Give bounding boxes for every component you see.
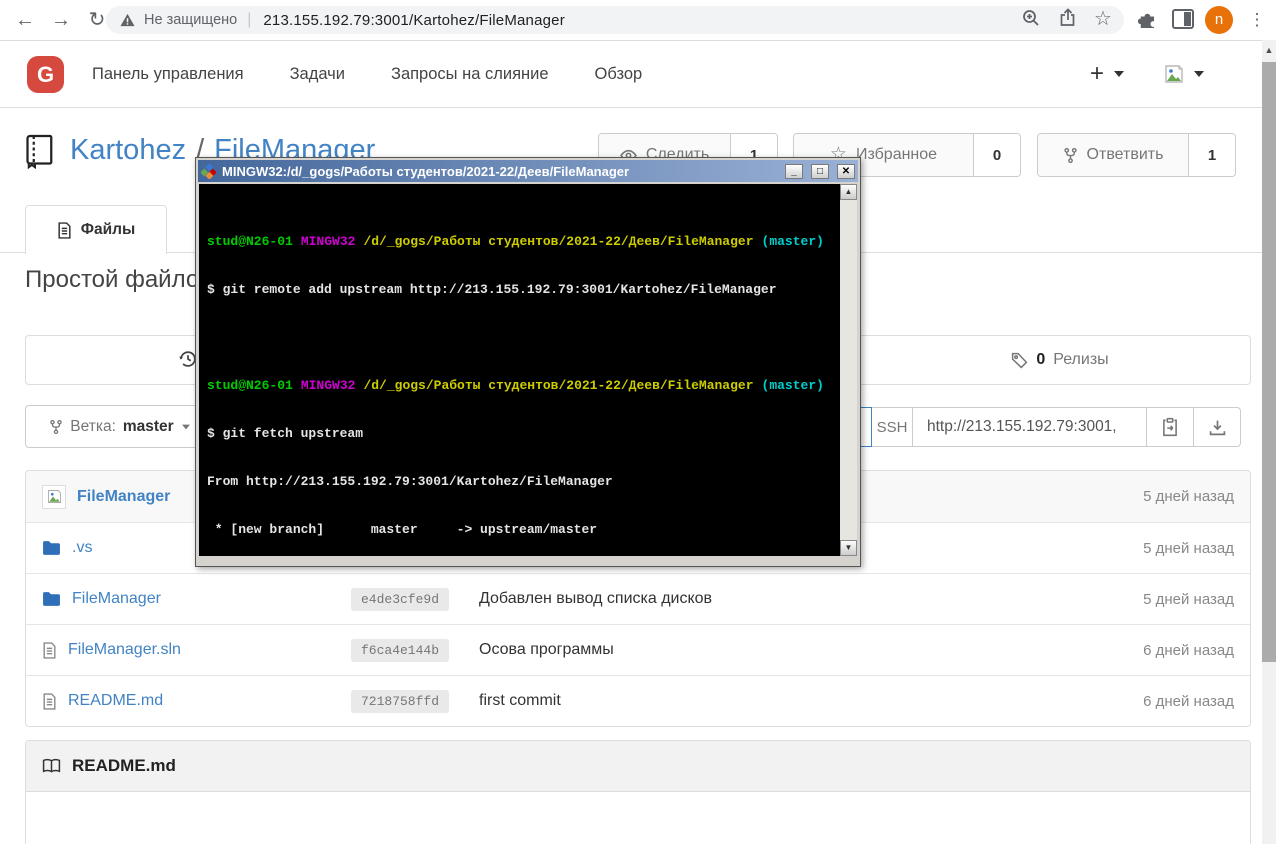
terminal-minimize-button[interactable]: _ xyxy=(785,163,803,179)
fork-label: Ответвить xyxy=(1086,146,1164,163)
repo-book-icon xyxy=(25,133,55,169)
nav-explore[interactable]: Обзор xyxy=(595,65,643,84)
clipboard-copy-icon xyxy=(1163,417,1177,437)
clone-ssh-button[interactable]: SSH xyxy=(872,407,913,447)
bookmark-star-icon[interactable]: ☆ xyxy=(1094,6,1112,31)
branch-caret-icon xyxy=(181,424,190,429)
extensions-puzzle-icon[interactable] xyxy=(1136,8,1160,32)
readme-section: README.md xyxy=(25,740,1251,844)
commit-message[interactable]: Осова программы xyxy=(479,641,1059,659)
row-date: 5 дней назад xyxy=(1143,539,1234,557)
star-count[interactable]: 0 xyxy=(973,134,1020,176)
table-row: README.md 7218758ffd first commit 6 дней… xyxy=(26,675,1250,726)
table-row: FileManager.sln f6ca4e144b Осова програм… xyxy=(26,624,1250,675)
terminal-scrollbar[interactable]: ▲ ▼ xyxy=(840,184,857,556)
file-link[interactable]: .vs xyxy=(72,539,92,557)
open-book-icon xyxy=(42,758,61,773)
fork-button-group: Ответвить 1 xyxy=(1037,133,1236,177)
gogs-navbar: G Панель управления Задачи Запросы на сл… xyxy=(0,41,1276,108)
terminal-title-bar[interactable]: MINGW32:/d/_gogs/Работы студентов/2021-2… xyxy=(198,160,858,182)
branch-icon xyxy=(50,419,63,434)
commit-hash-badge[interactable]: f6ca4e144b xyxy=(351,638,450,662)
file-link[interactable]: FileManager xyxy=(72,590,161,608)
repo-owner-link[interactable]: Kartohez xyxy=(70,134,186,166)
readme-header: README.md xyxy=(26,741,1250,792)
star-label: Избранное xyxy=(855,146,938,163)
security-label: Не защищено xyxy=(144,12,238,28)
create-new-icon[interactable]: + xyxy=(1090,60,1104,88)
file-link[interactable]: FileManager.sln xyxy=(68,641,181,659)
fork-icon xyxy=(1063,147,1077,163)
url-text: 213.155.192.79:3001/Kartohez/FileManager xyxy=(263,11,565,29)
back-icon[interactable]: ← xyxy=(8,0,42,40)
browser-menu-icon[interactable]: ⋮ xyxy=(1244,0,1270,40)
latest-commit-date: 5 дней назад xyxy=(1143,488,1234,505)
nav-pull-requests[interactable]: Запросы на слияние xyxy=(391,65,549,84)
copy-clipboard-button[interactable] xyxy=(1147,407,1194,447)
download-button[interactable] xyxy=(1194,407,1241,447)
branch-selector[interactable]: Ветка: master xyxy=(25,405,215,448)
row-date: 5 дней назад xyxy=(1143,590,1234,608)
file-doc-icon xyxy=(43,692,56,710)
row-date: 6 дней назад xyxy=(1143,692,1234,710)
commit-hash-badge[interactable]: 7218758ffd xyxy=(351,689,450,713)
tab-files-label: Файлы xyxy=(80,221,136,238)
page-scrollbar[interactable]: ▲ xyxy=(1262,40,1276,844)
screen: ← → ↻ Не защищено | 213.155.192.79:3001/… xyxy=(0,0,1276,844)
file-link[interactable]: README.md xyxy=(68,692,163,710)
terminal-scroll-down-icon[interactable]: ▼ xyxy=(840,540,857,556)
scrollbar-thumb[interactable] xyxy=(1262,62,1276,662)
folder-icon xyxy=(43,541,60,555)
user-avatar-broken-image-icon[interactable] xyxy=(1164,64,1184,84)
user-menu-caret-icon[interactable] xyxy=(1194,71,1205,77)
terminal-title: MINGW32:/d/_gogs/Работы студентов/2021-2… xyxy=(222,163,630,179)
git-bash-icon xyxy=(201,163,216,179)
terminal-scroll-up-icon[interactable]: ▲ xyxy=(840,184,857,200)
omnibox-separator: | xyxy=(247,11,252,28)
side-panel-icon[interactable] xyxy=(1172,9,1194,29)
download-icon xyxy=(1209,420,1225,435)
releases-label: Релизы xyxy=(1053,351,1109,368)
commit-message[interactable]: first commit xyxy=(479,692,1059,710)
fork-button[interactable]: Ответвить xyxy=(1038,134,1188,176)
releases-count: 0 xyxy=(1036,351,1046,368)
tag-icon xyxy=(1012,352,1028,368)
branch-label: Ветка: xyxy=(70,417,116,435)
branch-name: master xyxy=(122,417,174,435)
share-icon[interactable] xyxy=(1058,8,1079,28)
tab-files[interactable]: Файлы xyxy=(25,205,167,254)
nav-issues[interactable]: Задачи xyxy=(290,65,345,84)
scrollbar-up-icon[interactable]: ▲ xyxy=(1262,40,1276,60)
clone-url-group: HTTP SSH http://213.155.192.79:3001, xyxy=(812,407,1241,447)
mingw-terminal-window[interactable]: MINGW32:/d/_gogs/Работы студентов/2021-2… xyxy=(195,157,861,567)
fork-count[interactable]: 1 xyxy=(1188,134,1235,176)
clone-url-input[interactable]: http://213.155.192.79:3001, xyxy=(913,407,1147,447)
create-new-caret-icon[interactable] xyxy=(1114,71,1125,77)
terminal-maximize-button[interactable]: □ xyxy=(811,163,829,179)
file-doc-icon xyxy=(58,221,71,239)
releases-link[interactable]: 0 Релизы xyxy=(868,336,1252,384)
navbar-right: + xyxy=(1090,41,1205,107)
commit-message[interactable]: Добавлен вывод списка дисков xyxy=(479,590,1059,608)
warning-icon xyxy=(120,13,135,27)
folder-icon xyxy=(43,592,60,606)
security-indicator[interactable]: Не защищено xyxy=(120,12,237,28)
browser-profile-avatar[interactable]: n xyxy=(1205,6,1233,34)
table-row: FileManager e4de3cfe9d Добавлен вывод сп… xyxy=(26,573,1250,624)
terminal-close-button[interactable]: ✕ xyxy=(837,163,855,179)
terminal-output[interactable]: stud@N26-01 MINGW32/d/_gogs/Работы студен… xyxy=(199,184,840,556)
zoom-icon[interactable] xyxy=(1020,7,1042,29)
file-doc-icon xyxy=(43,641,56,659)
commit-hash-badge[interactable]: e4de3cfe9d xyxy=(351,587,450,611)
nav-dashboard[interactable]: Панель управления xyxy=(92,65,244,84)
browser-toolbar: ← → ↻ Не защищено | 213.155.192.79:3001/… xyxy=(0,0,1276,41)
address-bar[interactable]: Не защищено | 213.155.192.79:3001/Kartoh… xyxy=(106,6,1124,34)
forward-icon[interactable]: → xyxy=(44,0,78,40)
commit-author-link[interactable]: FileManager xyxy=(77,488,170,506)
row-date: 6 дней назад xyxy=(1143,641,1234,659)
readme-title: README.md xyxy=(72,756,176,775)
gogs-logo[interactable]: G xyxy=(27,55,64,93)
commit-author-avatar-broken-icon xyxy=(42,484,66,509)
